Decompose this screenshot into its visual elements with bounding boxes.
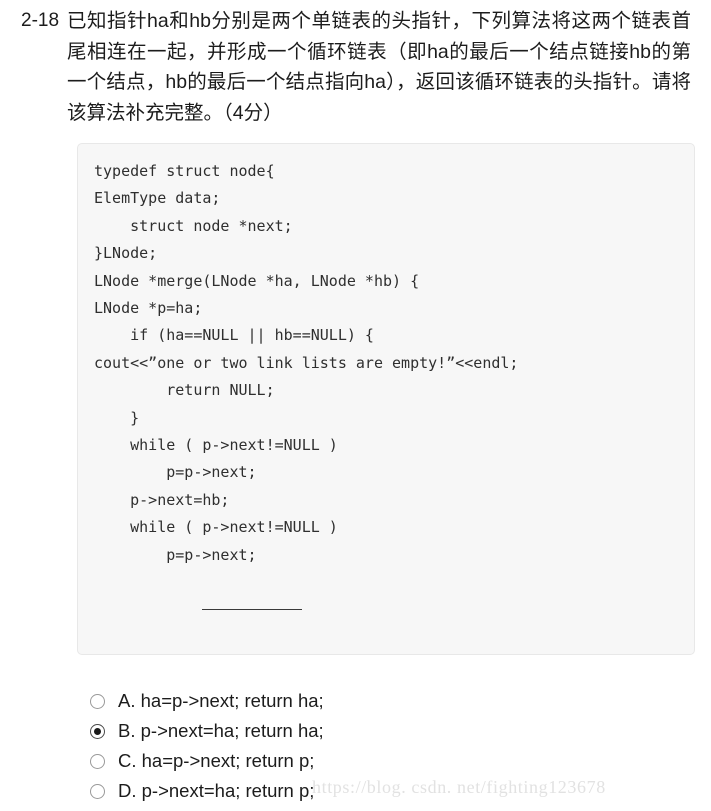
- option-row-a[interactable]: A. ha=p->next; return ha;: [90, 686, 610, 716]
- option-label-a: A. ha=p->next; return ha;: [118, 690, 324, 711]
- option-label-b: B. p->next=ha; return ha;: [118, 720, 324, 741]
- radio-icon-c[interactable]: [90, 753, 105, 769]
- question-number: 2-18: [21, 10, 60, 31]
- radio-icon-b[interactable]: [90, 723, 105, 739]
- code-block-card: typedef struct node{ ElemType data; stru…: [77, 143, 695, 655]
- question-block: 2-18 已知指针ha和hb分别是两个单链表的头指针，下列算法将这两个链表首尾相…: [21, 6, 691, 128]
- question-text: 已知指针ha和hb分别是两个单链表的头指针，下列算法将这两个链表首尾相连在一起，…: [67, 10, 691, 124]
- code-answer-blank-line: [94, 569, 678, 651]
- option-row-c[interactable]: C. ha=p->next; return p;: [90, 746, 610, 776]
- code-blank-indent: [130, 601, 202, 619]
- option-row-b[interactable]: B. p->next=ha; return ha;: [90, 716, 610, 746]
- code-snippet-part2: }: [94, 651, 678, 654]
- radio-icon-a[interactable]: [90, 693, 105, 709]
- code-snippet-part1: typedef struct node{ ElemType data; stru…: [94, 162, 519, 564]
- option-label-c: C. ha=p->next; return p;: [118, 750, 315, 771]
- answer-blank-underline: [202, 608, 303, 610]
- radio-icon-d[interactable]: [90, 783, 105, 799]
- option-label-d: D. p->next=ha; return p;: [118, 780, 315, 801]
- option-row-d[interactable]: D. p->next=ha; return p;: [90, 776, 610, 806]
- answer-options-list: A. ha=p->next; return ha; B. p->next=ha;…: [90, 686, 610, 806]
